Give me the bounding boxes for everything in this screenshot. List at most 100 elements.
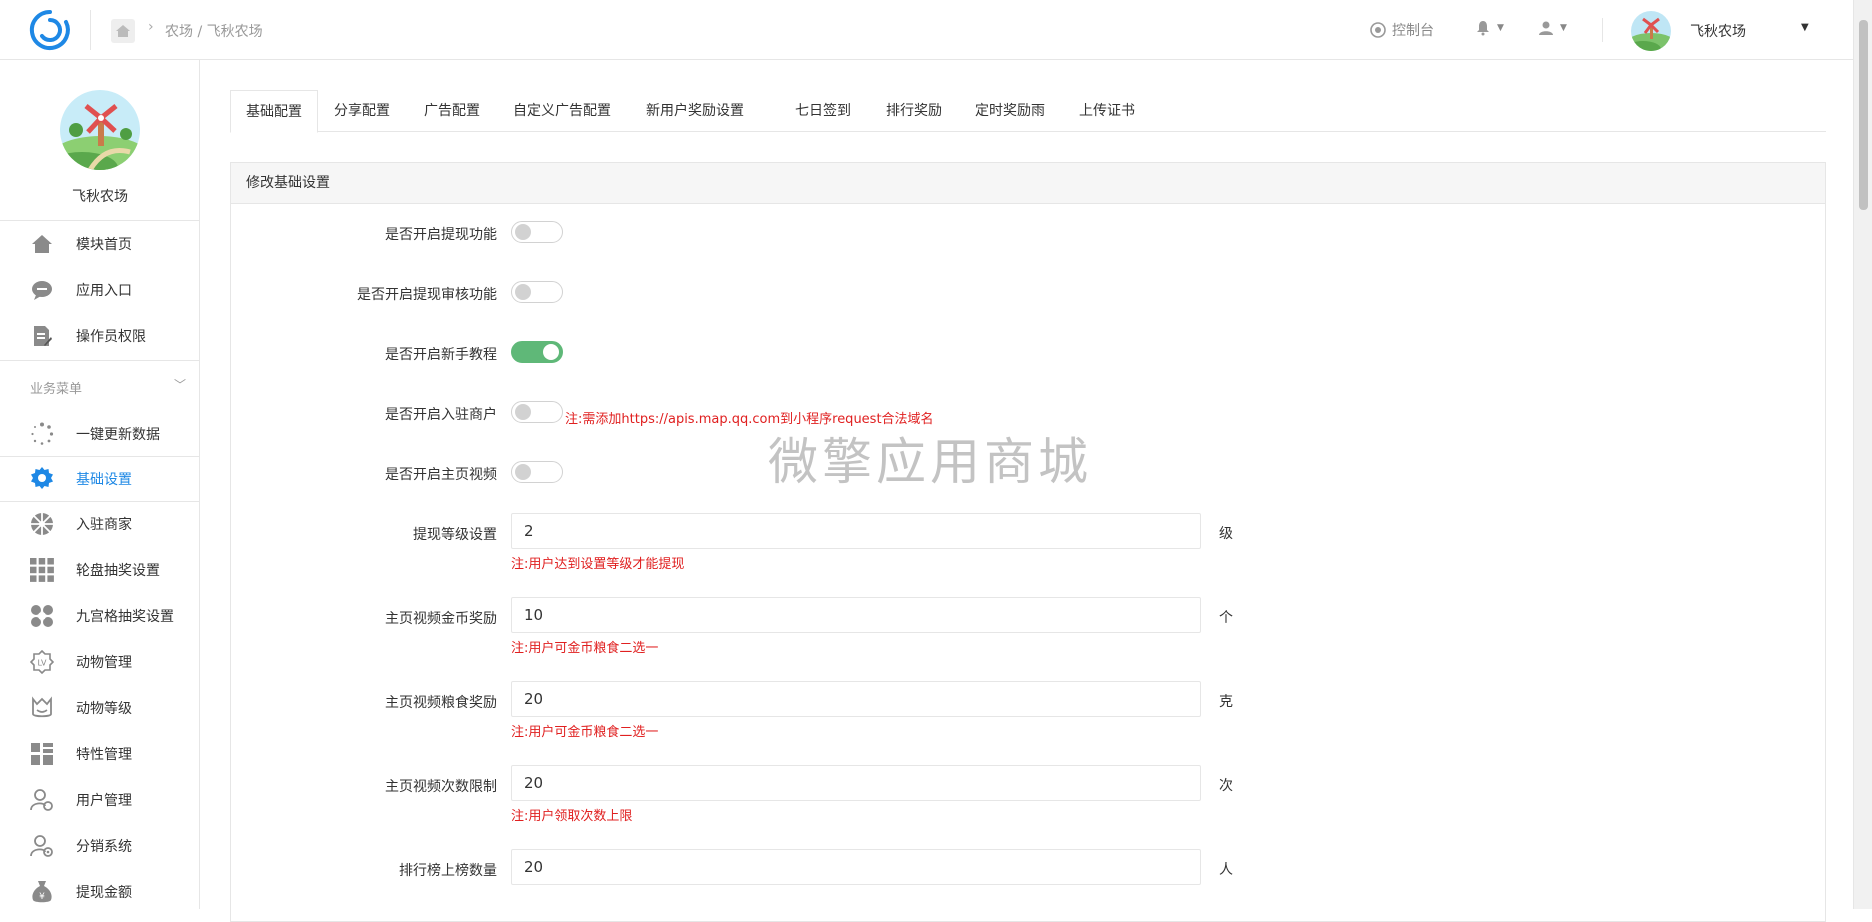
field-label: 是否开启入驻商户 — [385, 407, 497, 423]
tab-seven-day-signin[interactable]: 七日签到 — [780, 90, 866, 132]
sidebar-item-trait-management[interactable]: 特性管理 — [0, 732, 200, 776]
sidebar-item-animal-management[interactable]: LV 动物管理 — [0, 640, 200, 684]
sidebar-item-label: 模块首页 — [76, 237, 132, 253]
sidebar-item-label: 操作员权限 — [76, 329, 146, 345]
user-gear-icon — [29, 833, 55, 859]
grid-icon — [29, 557, 55, 583]
svg-text:¥: ¥ — [39, 892, 45, 902]
console-label: 控制台 — [1392, 23, 1434, 39]
sidebar-item-user-management[interactable]: 用户管理 — [0, 778, 200, 822]
bell-icon — [1477, 21, 1489, 36]
caret-down-icon: ▼ — [1560, 23, 1567, 33]
withdraw-enabled-toggle[interactable] — [511, 221, 563, 243]
field-label: 提现等级设置 — [413, 527, 497, 543]
sidebar-item-withdraw-amount[interactable]: ¥ 提现金额 — [0, 870, 200, 914]
settings-panel: 修改基础设置 是否开启提现功能 是否开启提现审核功能 是否开启新手教程 是否开启… — [230, 162, 1826, 922]
notification-button[interactable]: ▼ — [1475, 20, 1504, 36]
home-icon[interactable] — [111, 19, 135, 43]
tab-timed-reward-rain[interactable]: 定时奖励雨 — [960, 90, 1060, 132]
field-note: 注:用户可金币粮食二选一 — [511, 725, 659, 740]
sidebar-item-label: 分销系统 — [76, 839, 132, 855]
toggle-knob — [543, 344, 559, 360]
tab-custom-ad-config[interactable]: 自定义广告配置 — [498, 90, 626, 132]
tutorial-toggle[interactable] — [511, 341, 563, 363]
chevron-right-icon: › — [148, 19, 154, 35]
app-name: 飞秋农场 — [72, 189, 128, 205]
badge-icon — [29, 695, 55, 721]
watermark: 微擎应用商城 — [768, 433, 1092, 491]
app-logo[interactable] — [28, 8, 72, 52]
toggle-knob — [515, 404, 531, 420]
sidebar-item-label: 用户管理 — [76, 793, 132, 809]
user-icon — [1539, 21, 1553, 35]
sidebar-item-label: 应用入口 — [76, 283, 132, 299]
top-bar: › 农场 / 飞秋农场 控制台 ▼ ▼ 飞秋农场 ▼ — [0, 0, 1853, 60]
tab-ranking-reward[interactable]: 排行奖励 — [871, 90, 957, 132]
tab-new-user-reward[interactable]: 新用户奖励设置 — [631, 90, 759, 132]
user-menu-button[interactable]: ▼ — [1538, 20, 1567, 36]
header-divider — [1602, 18, 1603, 42]
tab-ad-config[interactable]: 广告配置 — [409, 90, 495, 132]
sidebar-item-label: 基础设置 — [76, 472, 132, 488]
sidebar-item-wheel-lottery[interactable]: 轮盘抽奖设置 — [0, 548, 200, 592]
level-icon: LV — [29, 649, 55, 675]
wheel-icon — [29, 511, 55, 537]
chevron-down-icon[interactable]: ﹀ — [174, 376, 186, 393]
sidebar: 飞秋农场 模块首页 应用入口 操作员权限 业务菜单 ﹀ 一键更新数据 基础设置 — [0, 60, 200, 909]
menu-group-label: 业务菜单 — [30, 382, 83, 397]
tab-share-config[interactable]: 分享配置 — [319, 90, 405, 132]
scrollbar-thumb[interactable] — [1859, 20, 1868, 210]
video-coin-reward-input[interactable]: 10 — [511, 597, 1201, 633]
field-label: 是否开启提现功能 — [385, 227, 497, 243]
home-icon — [29, 231, 55, 257]
users-icon — [29, 603, 55, 629]
svg-text:LV: LV — [37, 659, 47, 668]
sidebar-item-grid-lottery[interactable]: 九宫格抽奖设置 — [0, 594, 200, 638]
toggle-knob — [515, 464, 531, 480]
dashboard-icon — [29, 741, 55, 767]
gear-icon — [29, 466, 55, 492]
home-video-toggle[interactable] — [511, 461, 563, 483]
withdraw-review-toggle[interactable] — [511, 281, 563, 303]
sidebar-item-app-entry[interactable]: 应用入口 — [0, 268, 200, 312]
console-link[interactable]: 控制台 — [1370, 20, 1434, 40]
sidebar-item-basic-settings[interactable]: 基础设置 — [0, 457, 200, 501]
tab-basic-config[interactable]: 基础配置 — [230, 90, 318, 133]
scrollbar[interactable] — [1853, 0, 1872, 909]
video-food-reward-input[interactable]: 20 — [511, 681, 1201, 717]
toggle-knob — [515, 224, 531, 240]
chat-icon — [29, 277, 55, 303]
ranking-count-input[interactable]: 20 — [511, 849, 1201, 885]
caret-down-icon: ▼ — [1497, 23, 1504, 33]
field-label: 主页视频次数限制 — [385, 779, 497, 795]
field-label: 主页视频金币奖励 — [385, 611, 497, 627]
sidebar-item-operator-permissions[interactable]: 操作员权限 — [0, 314, 200, 358]
header-divider — [90, 10, 91, 50]
merchant-toggle[interactable] — [511, 401, 563, 423]
sidebar-item-module-home[interactable]: 模块首页 — [0, 222, 200, 266]
sidebar-item-merchants[interactable]: 入驻商家 — [0, 502, 200, 546]
money-bag-icon: ¥ — [29, 879, 55, 905]
sidebar-item-label: 一键更新数据 — [76, 427, 160, 443]
field-label: 是否开启主页视频 — [385, 467, 497, 483]
edit-doc-icon — [29, 323, 55, 349]
sidebar-item-label: 特性管理 — [76, 747, 132, 763]
field-unit: 克 — [1219, 694, 1233, 710]
sidebar-item-label: 动物管理 — [76, 655, 132, 671]
withdraw-level-input[interactable]: 2 — [511, 513, 1201, 549]
sidebar-item-animal-level[interactable]: 动物等级 — [0, 686, 200, 730]
avatar[interactable] — [1631, 11, 1671, 51]
sidebar-item-distribution[interactable]: 分销系统 — [0, 824, 200, 868]
breadcrumb[interactable]: 农场 / 飞秋农场 — [165, 21, 263, 41]
video-limit-input[interactable]: 20 — [511, 765, 1201, 801]
tab-upload-certificate[interactable]: 上传证书 — [1064, 90, 1150, 132]
sidebar-item-label: 九宫格抽奖设置 — [76, 609, 174, 625]
sidebar-item-update-data[interactable]: 一键更新数据 — [0, 412, 200, 456]
caret-down-icon[interactable]: ▼ — [1801, 22, 1809, 33]
sidebar-item-label: 动物等级 — [76, 701, 132, 717]
user-name[interactable]: 飞秋农场 — [1690, 21, 1746, 41]
field-label: 是否开启新手教程 — [385, 347, 497, 363]
sidebar-divider — [0, 220, 200, 221]
sidebar-item-label: 提现金额 — [76, 885, 132, 901]
field-note: 注:用户达到设置等级才能提现 — [511, 557, 685, 572]
